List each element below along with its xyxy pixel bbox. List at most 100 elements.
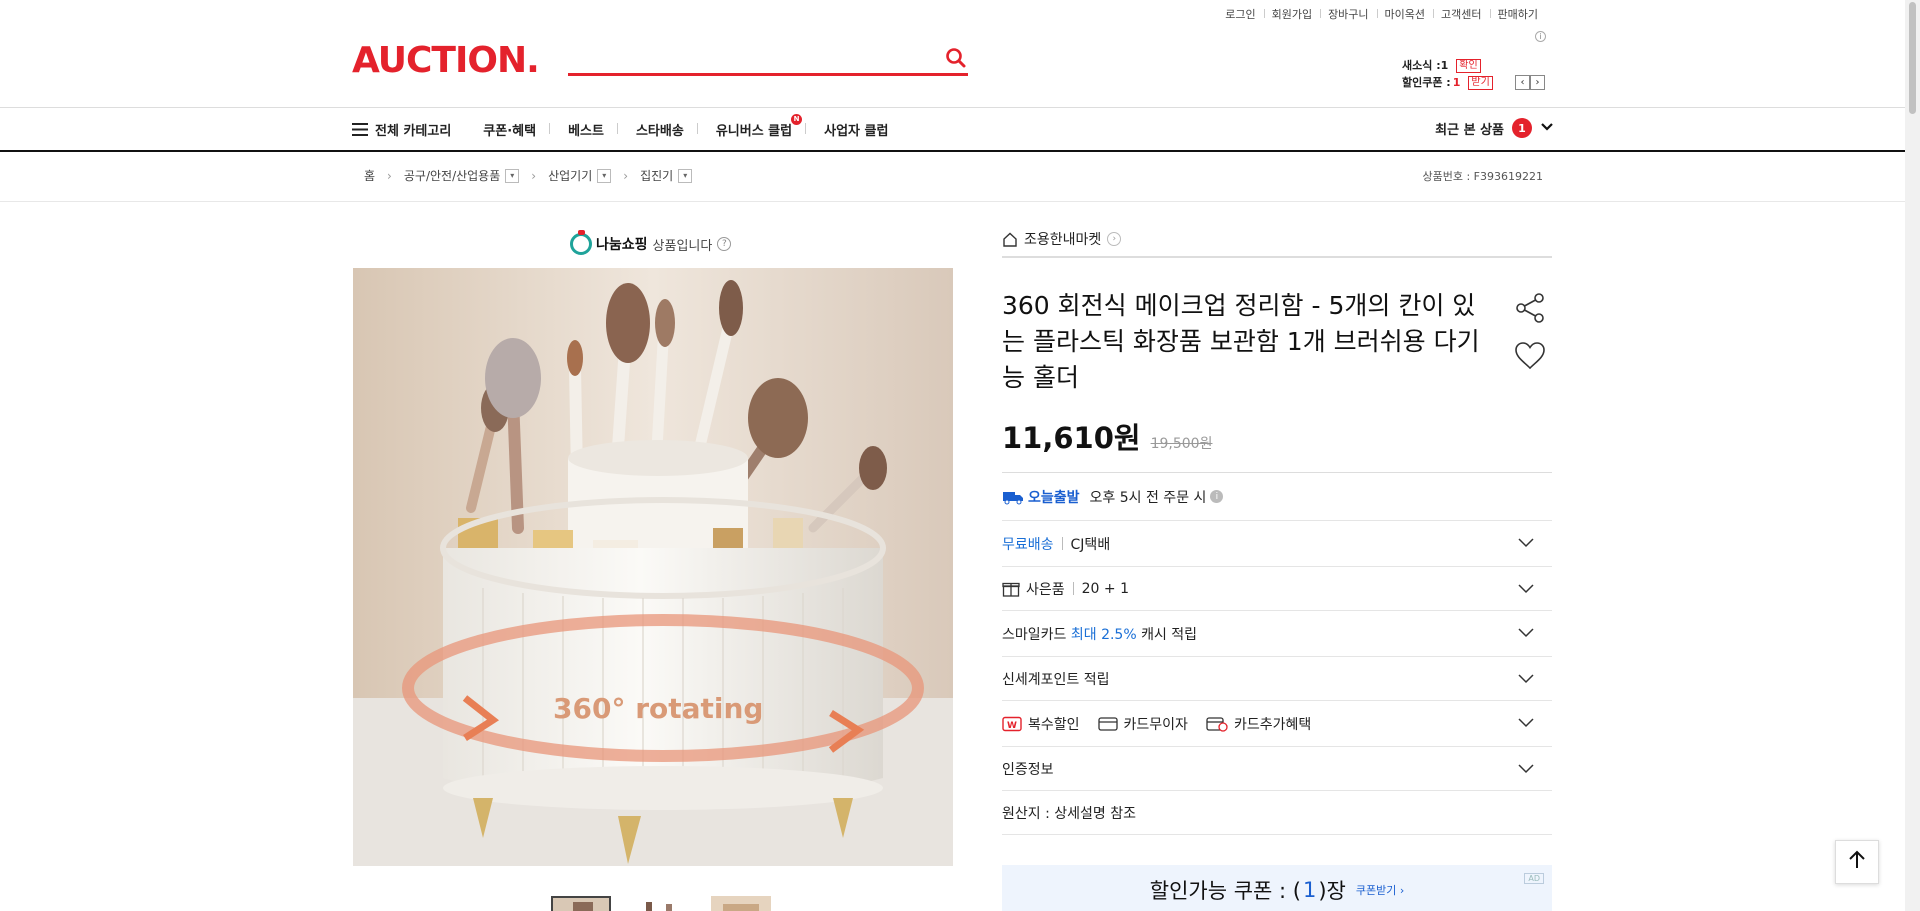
dropdown-icon[interactable]: ▾: [597, 168, 612, 183]
price-block: 11,610원 19,500원: [1002, 415, 1212, 457]
breadcrumb-level1[interactable]: 공구/안전/산업용품: [404, 167, 500, 184]
thumbnail-1[interactable]: [551, 896, 611, 911]
nav-universe-club-label: 유니버스 클럽: [715, 123, 793, 139]
coupon-prefix: 할인가능 쿠폰 : (: [1149, 879, 1301, 903]
smilecard-row[interactable]: 스마일카드 최대 2.5% 캐시 적립: [1002, 611, 1552, 657]
scroll-to-top-button[interactable]: [1835, 840, 1879, 884]
chevron-right-icon: ›: [1107, 232, 1122, 246]
card-extra-label: 카드추가혜택: [1233, 716, 1312, 733]
card-benefit-row[interactable]: W 복수할인 카드무이자 카드추가혜택: [1002, 701, 1552, 747]
coupon-banner[interactable]: 할인가능 쿠폰 : ( 1 )장 쿠폰받기 › AD: [1002, 865, 1552, 911]
new-label: 새소식 :: [1402, 59, 1441, 72]
next-arrow-icon[interactable]: ›: [1530, 75, 1545, 90]
chevron-down-icon: [1518, 762, 1534, 778]
nav-best[interactable]: 베스트: [568, 120, 618, 139]
nav-star-delivery[interactable]: 스타배송: [636, 120, 698, 139]
scrollbar-thumb[interactable]: [1909, 2, 1916, 114]
courier-label: CJ택배: [1070, 536, 1111, 553]
nav-universe-club[interactable]: 유니버스 클럽 N: [715, 113, 807, 139]
svg-text:W: W: [1007, 721, 1017, 731]
recent-count-badge: 1: [1512, 118, 1532, 138]
login-link[interactable]: 로그인: [1217, 6, 1263, 22]
wishlist-heart-icon[interactable]: [1514, 341, 1546, 375]
search-input[interactable]: [568, 42, 928, 72]
new-badge: N: [791, 113, 803, 125]
scrollbar[interactable]: [1905, 0, 1920, 911]
breadcrumb-home[interactable]: 홈: [364, 167, 375, 184]
new-check-button[interactable]: 확인: [1456, 58, 1481, 73]
shinsegae-label: 신세계포인트 적립: [1002, 671, 1110, 688]
today-shipping-text: 오후 5시 전 주문 시: [1089, 489, 1207, 506]
shipping-row[interactable]: 무료배송 CJ택배: [1002, 521, 1552, 567]
card-extra-benefit: 카드추가혜택: [1206, 714, 1311, 734]
divider: [1072, 582, 1074, 595]
menu-icon: [352, 122, 368, 136]
thumbnail-list: [551, 896, 771, 911]
gift-label: 사은품: [1026, 581, 1065, 598]
search-icon[interactable]: [944, 46, 968, 70]
coupon-count: 1: [1302, 878, 1317, 902]
get-coupon-link[interactable]: 쿠폰받기 ›: [1356, 882, 1404, 898]
help-icon[interactable]: ?: [717, 237, 732, 251]
breadcrumb-level2[interactable]: 산업기기: [548, 167, 592, 184]
share-icon[interactable]: [1514, 292, 1546, 328]
auction-logo[interactable]: AUCTION.: [352, 40, 540, 81]
thumbnail-2[interactable]: [631, 896, 691, 911]
product-number: 상품번호 : F393619221: [1422, 170, 1544, 183]
certification-row[interactable]: 인증정보: [1002, 747, 1552, 791]
origin-row: 원산지 : 상세설명 참조: [1002, 791, 1552, 835]
nanum-logo-icon: [570, 230, 592, 255]
recent-label: 최근 본 상품: [1435, 122, 1504, 138]
sell-link[interactable]: 판매하기: [1489, 6, 1546, 22]
breadcrumb-separator-icon: ›: [531, 168, 537, 183]
recent-products-button[interactable]: 최근 본 상품 1: [1435, 118, 1554, 138]
image-caption: 360° rotating: [553, 692, 763, 725]
today-shipping-label: 오늘출발: [1028, 489, 1080, 506]
free-shipping-label: 무료배송: [1002, 536, 1054, 553]
breadcrumb: 홈 › 공구/안전/산업용품 ▾ › 산업기기 ▾ › 집진기 ▾: [364, 167, 693, 184]
coupon-get-button[interactable]: 받기: [1468, 75, 1493, 90]
nanum-brand: 나눔쇼핑: [596, 237, 648, 253]
seller-name: 조용한내마켓: [1024, 232, 1102, 248]
search-bar: [568, 42, 968, 76]
info-icon[interactable]: i: [1210, 490, 1224, 503]
prev-arrow-icon[interactable]: ‹: [1515, 75, 1530, 90]
thumbnail-3[interactable]: [711, 896, 771, 911]
breadcrumb-separator-icon: ›: [623, 168, 629, 183]
certification-label: 인증정보: [1002, 761, 1054, 778]
smilecard-label: 스마일카드: [1002, 626, 1067, 643]
utility-links: 로그인 회원가입 장바구니 마이옥션 고객센터 판매하기: [1217, 6, 1546, 22]
signup-link[interactable]: 회원가입: [1263, 6, 1320, 22]
coupon-suffix: )장: [1318, 879, 1346, 903]
coupon-count: 1: [1452, 76, 1461, 89]
breadcrumb-level3[interactable]: 집진기: [640, 167, 673, 184]
my-auction-link[interactable]: 마이옥션: [1376, 6, 1433, 22]
dropdown-icon[interactable]: ▾: [678, 168, 693, 183]
all-categories-button[interactable]: 전체 카테고리: [352, 120, 451, 139]
origin-label: 원산지 : 상세설명 참조: [1002, 805, 1136, 822]
chevron-down-icon: [1518, 626, 1534, 642]
multi-discount: W 복수할인: [1002, 714, 1080, 734]
card-icon: [1097, 716, 1118, 732]
chevron-down-icon: [1518, 672, 1534, 688]
category-nav: 전체 카테고리 쿠폰·혜택 베스트 스타배송 유니버스 클럽 N 사업자 클럽 최…: [352, 108, 1554, 150]
chevron-down-icon: [1518, 582, 1534, 598]
ad-badge: AD: [1524, 873, 1544, 884]
customer-center-link[interactable]: 고객센터: [1433, 6, 1489, 22]
product-main-image[interactable]: 360° rotating: [353, 268, 953, 866]
gift-row[interactable]: 사은품 20 + 1: [1002, 567, 1552, 611]
shinsegae-point-row[interactable]: 신세계포인트 적립: [1002, 657, 1552, 701]
current-price: 11,610원: [1002, 421, 1141, 455]
gift-icon: [1002, 580, 1020, 597]
benefit-rows: 오늘출발 오후 5시 전 주문 시 i 무료배송 CJ택배 사은품 20 + 1…: [1002, 472, 1552, 835]
cart-link[interactable]: 장바구니: [1320, 6, 1376, 22]
arrow-up-icon: [1848, 850, 1866, 874]
nav-business-club[interactable]: 사업자 클럽: [824, 120, 900, 139]
divider: [1061, 537, 1063, 550]
card-plus-icon: [1206, 716, 1228, 732]
info-icon[interactable]: i: [1535, 31, 1546, 42]
coupon-label: 할인쿠폰 :: [1402, 76, 1451, 89]
dropdown-icon[interactable]: ▾: [505, 168, 520, 183]
nav-coupon-benefits[interactable]: 쿠폰·혜택: [483, 120, 550, 139]
seller-row[interactable]: 조용한내마켓 ›: [1002, 228, 1552, 258]
